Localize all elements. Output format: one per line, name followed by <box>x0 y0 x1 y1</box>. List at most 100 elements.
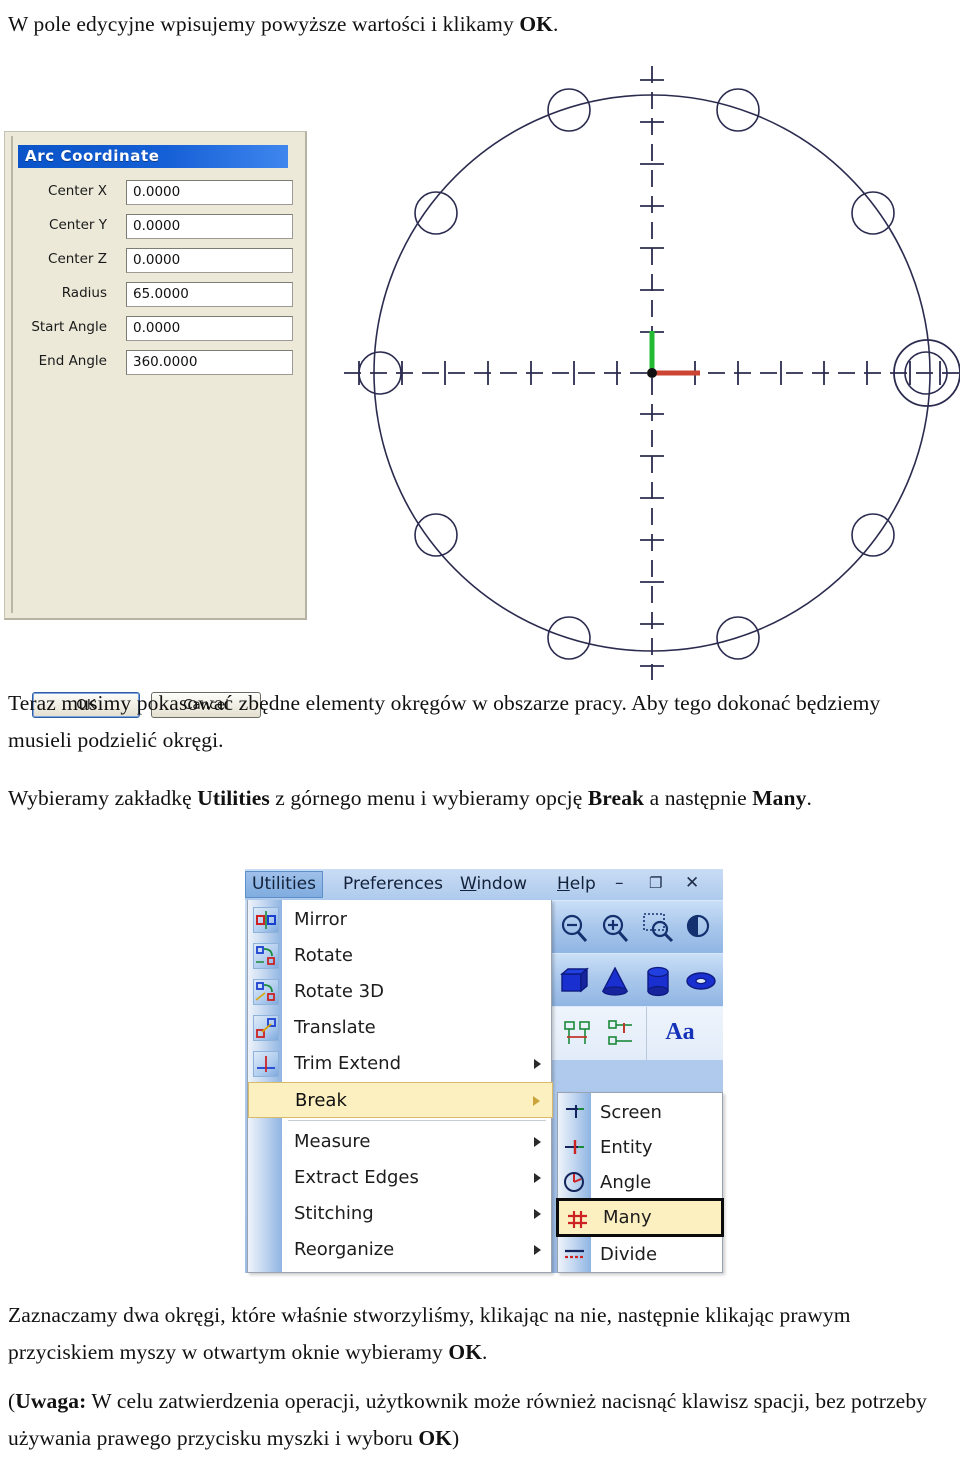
menu-bar[interactable]: Utilities Preferences Window Help – ❐ ✕ <box>245 869 723 900</box>
text-icon[interactable]: Aa <box>657 1019 703 1046</box>
zoom-window-icon[interactable] <box>641 911 675 945</box>
submenu-arrow-icon <box>534 1209 541 1219</box>
menu-item-rotate-3d[interactable]: Rotate 3D <box>248 974 553 1010</box>
toolbar-row-zoom[interactable] <box>551 900 723 954</box>
text-run-bold: Break <box>587 786 645 810</box>
submenu-item-many[interactable]: Many <box>556 1198 724 1237</box>
break-screen-icon <box>562 1100 587 1125</box>
zoom-out-icon[interactable] <box>557 911 591 945</box>
submenu-item-label: Angle <box>600 1172 652 1193</box>
cad-circle-diagram <box>344 66 960 683</box>
text-run-bold: OK <box>519 12 553 36</box>
menu-item-trim-extend[interactable]: Trim Extend <box>248 1046 553 1082</box>
menu-item-mirror[interactable]: Mirror <box>248 902 553 938</box>
zoom-in-icon[interactable] <box>598 911 632 945</box>
menu-item-label: Rotate <box>294 945 353 966</box>
cylinder-solid-icon[interactable] <box>641 964 675 998</box>
menu-item-reorganize[interactable]: Reorganize <box>248 1232 553 1268</box>
menubar-item-window[interactable]: Window <box>460 872 527 897</box>
field-label: Center Y <box>49 217 107 233</box>
torus-solid-icon[interactable] <box>684 964 718 998</box>
menu-item-label: Rotate 3D <box>294 981 384 1002</box>
text-run-bold: Many <box>752 786 807 810</box>
menu-item-label: Measure <box>294 1131 371 1152</box>
menu-item-label: Break <box>295 1090 347 1111</box>
end-angle-input[interactable]: 360.0000 <box>126 350 293 375</box>
submenu-arrow-icon <box>534 1245 541 1255</box>
text-run: W celu zatwierdzenia operacji, użytkowni… <box>8 1389 928 1450</box>
text-run: Teraz musimy pokasować zbędne elementy o… <box>8 691 881 752</box>
restore-icon[interactable]: ❐ <box>649 871 662 896</box>
center-z-input[interactable]: 0.0000 <box>126 248 293 273</box>
menubar-item-utilities[interactable]: Utilities <box>245 871 323 898</box>
box-solid-icon[interactable] <box>557 964 591 998</box>
cone-solid-icon[interactable] <box>598 964 632 998</box>
text-run: . <box>552 12 559 36</box>
submenu-arrow-icon <box>534 1137 541 1147</box>
field-row-start-angle[interactable]: Start Angle 0.0000 <box>18 316 293 341</box>
utilities-dropdown-menu[interactable]: Mirror Rotate Rotate 3D Translate Trim E… <box>247 900 553 1273</box>
submenu-item-divide[interactable]: Divide <box>558 1237 722 1272</box>
mirror-icon <box>253 907 279 933</box>
arc-coordinate-dialog[interactable]: Arc Coordinate Center X 0.0000 Center Y … <box>4 131 307 718</box>
radius-input[interactable]: 65.0000 <box>126 282 293 307</box>
text-run: ) <box>451 1426 460 1450</box>
trim-extend-icon <box>253 1051 279 1077</box>
field-row-center-x[interactable]: Center X 0.0000 <box>18 180 293 205</box>
text-run: . <box>482 1340 488 1364</box>
zoom-previous-icon[interactable] <box>684 911 718 945</box>
field-row-end-angle[interactable]: End Angle 360.0000 <box>18 350 293 375</box>
cad-drawing-canvas[interactable] <box>330 38 960 683</box>
submenu-arrow-icon <box>534 1173 541 1183</box>
field-label: Radius <box>61 285 107 301</box>
menu-item-extract-edges[interactable]: Extract Edges <box>248 1160 553 1196</box>
text-run: Zaznaczamy dwa okręgi, które właśnie stw… <box>8 1303 851 1364</box>
menu-item-translate[interactable]: Translate <box>248 1010 553 1046</box>
menu-item-rotate[interactable]: Rotate <box>248 938 553 974</box>
leader-icon[interactable] <box>604 1016 638 1050</box>
translate-icon <box>253 1015 279 1041</box>
text-run-bold: OK <box>448 1340 483 1364</box>
dimension-icon[interactable] <box>561 1016 595 1050</box>
menu-item-label: Mirror <box>294 909 348 930</box>
break-many-icon <box>565 1207 590 1232</box>
field-row-center-y[interactable]: Center Y 0.0000 <box>18 214 293 239</box>
center-y-input[interactable]: 0.0000 <box>126 214 293 239</box>
start-angle-input[interactable]: 0.0000 <box>126 316 293 341</box>
paragraph-utilities-note: Wybieramy zakładkę Utilities z górnego m… <box>8 780 938 817</box>
text-run-bold: OK <box>418 1426 452 1450</box>
menu-item-stitching[interactable]: Stitching <box>248 1196 553 1232</box>
menu-separator <box>288 1120 546 1121</box>
toolbar-row-annotation[interactable]: Aa <box>551 1006 723 1060</box>
menu-item-label: Extract Edges <box>294 1167 419 1188</box>
menu-item-break[interactable]: Break <box>248 1082 553 1118</box>
menubar-item-preferences[interactable]: Preferences <box>343 872 443 897</box>
center-x-input[interactable]: 0.0000 <box>126 180 293 205</box>
submenu-item-angle[interactable]: Angle <box>558 1165 722 1200</box>
menu-item-label: Translate <box>294 1017 376 1038</box>
utilities-menu-screenshot[interactable]: Aa Utilities Preferences Window Help – ❐… <box>245 869 724 1273</box>
toolbar-row-solids[interactable] <box>551 953 723 1007</box>
rotate-icon <box>253 943 279 969</box>
submenu-arrow-icon <box>534 1059 541 1069</box>
field-row-radius[interactable]: Radius 65.0000 <box>18 282 293 307</box>
submenu-item-label: Entity <box>600 1137 653 1158</box>
break-entity-icon <box>562 1135 587 1160</box>
submenu-item-entity[interactable]: Entity <box>558 1130 722 1165</box>
submenu-item-label: Screen <box>600 1102 662 1123</box>
break-angle-icon <box>562 1170 587 1195</box>
submenu-item-screen[interactable]: Screen <box>558 1095 722 1130</box>
menu-item-label: Trim Extend <box>294 1053 401 1074</box>
break-submenu[interactable]: Screen Entity Angle Many Divide <box>556 1092 724 1273</box>
text-run: Wybieramy zakładkę <box>8 786 198 810</box>
menubar-item-help[interactable]: Help <box>557 872 596 897</box>
rotate-3d-icon <box>253 979 279 1005</box>
text-run-bold: Utilities <box>197 786 270 810</box>
paragraph-zoom-note: Teraz musimy pokasować zbędne elementy o… <box>8 685 928 759</box>
minimize-icon[interactable]: – <box>615 871 624 896</box>
field-row-center-z[interactable]: Center Z 0.0000 <box>18 248 293 273</box>
close-icon[interactable]: ✕ <box>685 871 699 896</box>
field-label: Center X <box>48 183 107 199</box>
paragraph-select-note: Zaznaczamy dwa okręgi, które właśnie stw… <box>8 1297 918 1371</box>
menu-item-measure[interactable]: Measure <box>248 1124 553 1160</box>
